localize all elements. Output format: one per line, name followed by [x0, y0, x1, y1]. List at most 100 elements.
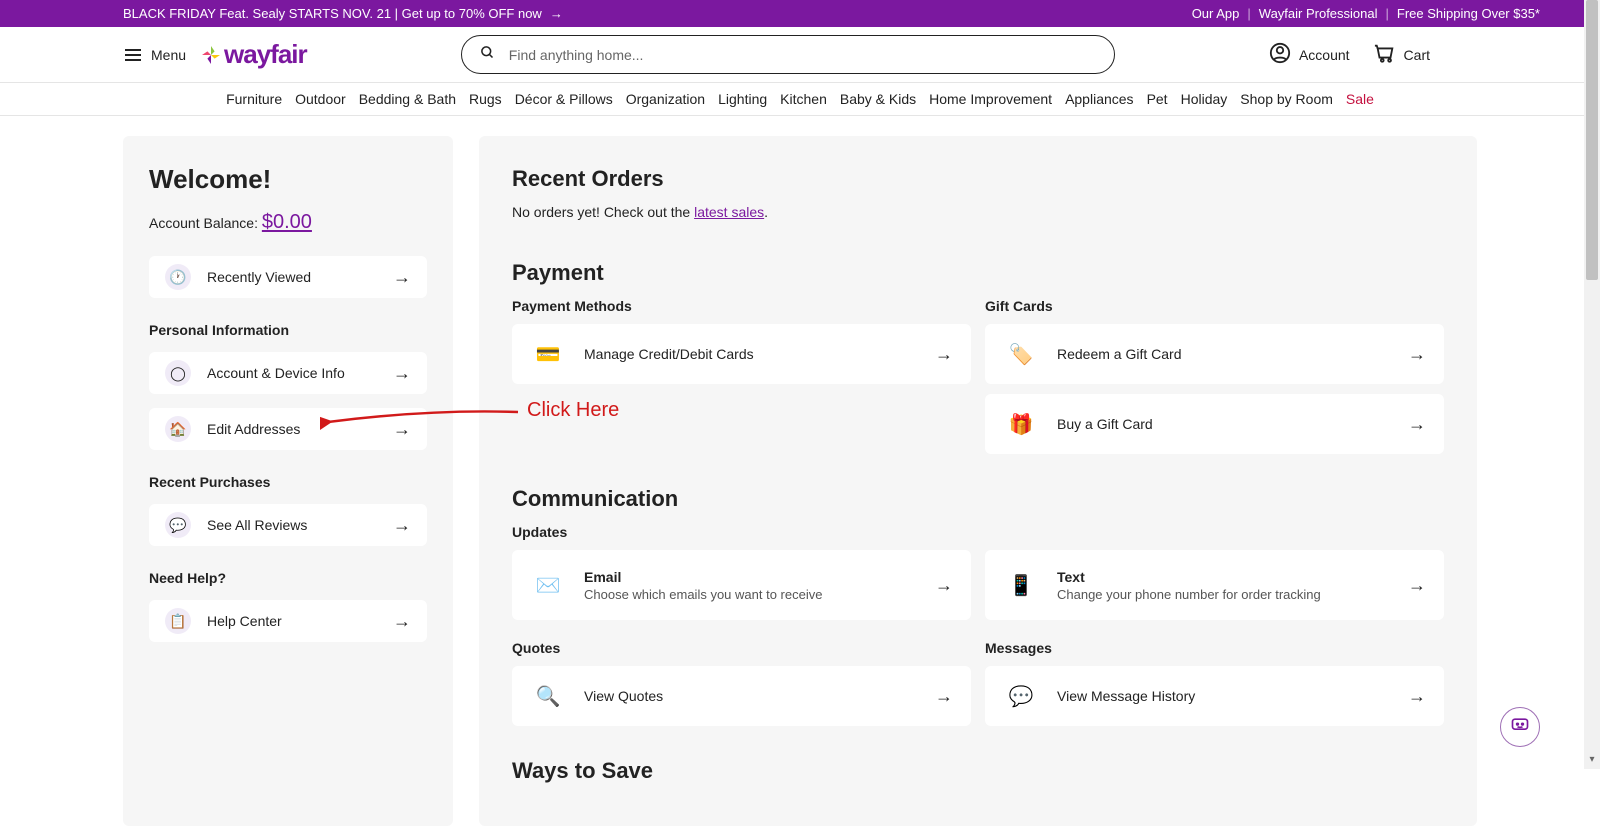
- arrow-right-icon: →: [393, 611, 411, 632]
- messages-icon: 💬: [1003, 678, 1039, 714]
- arrow-right-icon: →: [1408, 344, 1426, 365]
- account-button[interactable]: Account: [1269, 42, 1350, 67]
- promo-right: Our App | Wayfair Professional | Free Sh…: [1192, 6, 1540, 21]
- account-main: Recent Orders No orders yet! Check out t…: [479, 136, 1477, 826]
- buy-gift-card[interactable]: 🎁 Buy a Gift Card →: [985, 394, 1444, 454]
- see-reviews-label: See All Reviews: [207, 517, 377, 533]
- email-icon: ✉️: [530, 567, 566, 603]
- credit-card-icon: 💳: [530, 336, 566, 372]
- arrow-right-icon: →: [550, 6, 563, 21]
- see-reviews-card[interactable]: 💬 See All Reviews →: [149, 504, 427, 546]
- payment-methods-col: Payment Methods 💳 Manage Credit/Debit Ca…: [512, 298, 971, 454]
- promo-link-app[interactable]: Our App: [1192, 6, 1240, 21]
- nav-sale[interactable]: Sale: [1346, 91, 1374, 107]
- arrow-right-icon: →: [393, 363, 411, 384]
- nav-rugs[interactable]: Rugs: [469, 91, 502, 107]
- buy-gift-label: Buy a Gift Card: [1057, 416, 1390, 432]
- gift-cards-subheading: Gift Cards: [985, 298, 1444, 314]
- nav-bar: Furniture Outdoor Bedding & Bath Rugs Dé…: [0, 83, 1600, 116]
- account-sidebar: Welcome! Account Balance: $0.00 🕐 Recent…: [123, 136, 453, 826]
- gift-cards-col: Gift Cards 🏷️ Redeem a Gift Card → 🎁 Buy…: [985, 298, 1444, 454]
- text-card[interactable]: 📱 Text Change your phone number for orde…: [985, 550, 1444, 620]
- hamburger-icon: [125, 49, 141, 61]
- nav-outdoor[interactable]: Outdoor: [295, 91, 346, 107]
- nav-holiday[interactable]: Holiday: [1181, 91, 1228, 107]
- text-title: Text: [1057, 569, 1390, 585]
- messages-subheading: Messages: [985, 640, 1444, 656]
- reviews-icon: 💬: [165, 512, 191, 538]
- promo-text: BLACK FRIDAY Feat. Sealy STARTS NOV. 21 …: [123, 6, 542, 21]
- updates-subheading: Updates: [512, 524, 1444, 540]
- view-quotes-label: View Quotes: [584, 688, 917, 704]
- menu-button[interactable]: Menu: [0, 47, 186, 63]
- scrollbar-thumb[interactable]: [1586, 0, 1598, 280]
- cart-button[interactable]: Cart: [1374, 42, 1430, 67]
- chat-fab-button[interactable]: [1500, 707, 1540, 747]
- balance-amount-link[interactable]: $0.00: [262, 211, 312, 233]
- arrow-right-icon: →: [1408, 414, 1426, 435]
- view-messages-card[interactable]: 💬 View Message History →: [985, 666, 1444, 726]
- help-icon: 📋: [165, 608, 191, 634]
- search-box[interactable]: [461, 35, 1115, 74]
- scrollbar[interactable]: ▾: [1584, 0, 1600, 769]
- recently-viewed-card[interactable]: 🕐 Recently Viewed →: [149, 256, 427, 298]
- gift-tag-icon: 🏷️: [1003, 336, 1039, 372]
- no-orders-text: No orders yet! Check out the latest sale…: [512, 204, 1444, 220]
- balance-row: Account Balance: $0.00: [149, 211, 427, 234]
- chat-icon: [1510, 715, 1530, 740]
- separator: |: [1247, 6, 1250, 21]
- promo-link-shipping[interactable]: Free Shipping Over $35*: [1397, 6, 1540, 21]
- nav-organization[interactable]: Organization: [626, 91, 705, 107]
- email-title: Email: [584, 569, 917, 585]
- nav-furniture[interactable]: Furniture: [226, 91, 282, 107]
- manage-cards-card[interactable]: 💳 Manage Credit/Debit Cards →: [512, 324, 971, 384]
- view-messages-label: View Message History: [1057, 688, 1390, 704]
- nav-decor[interactable]: Décor & Pillows: [515, 91, 613, 107]
- content: Welcome! Account Balance: $0.00 🕐 Recent…: [0, 116, 1600, 826]
- updates-row: ✉️ Email Choose which emails you want to…: [512, 550, 1444, 620]
- redeem-gift-card[interactable]: 🏷️ Redeem a Gift Card →: [985, 324, 1444, 384]
- nav-bedding[interactable]: Bedding & Bath: [359, 91, 456, 107]
- nav-baby[interactable]: Baby & Kids: [840, 91, 916, 107]
- view-quotes-card[interactable]: 🔍 View Quotes →: [512, 666, 971, 726]
- account-device-card[interactable]: ◯ Account & Device Info →: [149, 352, 427, 394]
- promo-bar: BLACK FRIDAY Feat. Sealy STARTS NOV. 21 …: [0, 0, 1600, 27]
- nav-shop-by-room[interactable]: Shop by Room: [1240, 91, 1333, 107]
- latest-sales-link[interactable]: latest sales: [694, 204, 764, 220]
- promo-link-professional[interactable]: Wayfair Professional: [1259, 6, 1378, 21]
- search-input[interactable]: [509, 47, 1096, 63]
- help-center-label: Help Center: [207, 613, 377, 629]
- email-subtitle: Choose which emails you want to receive: [584, 587, 917, 602]
- personal-info-heading: Personal Information: [149, 322, 427, 338]
- quotes-subheading: Quotes: [512, 640, 971, 656]
- arrow-right-icon: →: [1408, 686, 1426, 707]
- welcome-heading: Welcome!: [149, 164, 427, 195]
- promo-left-link[interactable]: BLACK FRIDAY Feat. Sealy STARTS NOV. 21 …: [0, 6, 563, 21]
- nav-kitchen[interactable]: Kitchen: [780, 91, 827, 107]
- help-center-card[interactable]: 📋 Help Center →: [149, 600, 427, 642]
- manage-cards-label: Manage Credit/Debit Cards: [584, 346, 917, 362]
- nav-lighting[interactable]: Lighting: [718, 91, 767, 107]
- quotes-messages-row: Quotes 🔍 View Quotes → Messages 💬 View M…: [512, 640, 1444, 726]
- nav-home-improvement[interactable]: Home Improvement: [929, 91, 1052, 107]
- arrow-right-icon: →: [935, 686, 953, 707]
- account-label: Account: [1299, 47, 1350, 63]
- scrollbar-down-icon[interactable]: ▾: [1584, 751, 1600, 767]
- arrow-right-icon: →: [393, 267, 411, 288]
- account-device-label: Account & Device Info: [207, 365, 377, 381]
- arrow-right-icon: →: [935, 344, 953, 365]
- edit-addresses-card[interactable]: 🏠 Edit Addresses →: [149, 408, 427, 450]
- communication-heading: Communication: [512, 486, 1444, 512]
- header: Menu wayfair Account Cart: [0, 27, 1600, 83]
- logo-pinwheel-icon: [202, 46, 220, 64]
- logo[interactable]: wayfair: [202, 39, 307, 70]
- email-card[interactable]: ✉️ Email Choose which emails you want to…: [512, 550, 971, 620]
- edit-addresses-label: Edit Addresses: [207, 421, 377, 437]
- payment-methods-subheading: Payment Methods: [512, 298, 971, 314]
- nav-pet[interactable]: Pet: [1147, 91, 1168, 107]
- nav-appliances[interactable]: Appliances: [1065, 91, 1134, 107]
- redeem-gift-label: Redeem a Gift Card: [1057, 346, 1390, 362]
- gift-icon: 🎁: [1003, 406, 1039, 442]
- recent-orders-heading: Recent Orders: [512, 166, 1444, 192]
- account-icon: [1269, 42, 1291, 67]
